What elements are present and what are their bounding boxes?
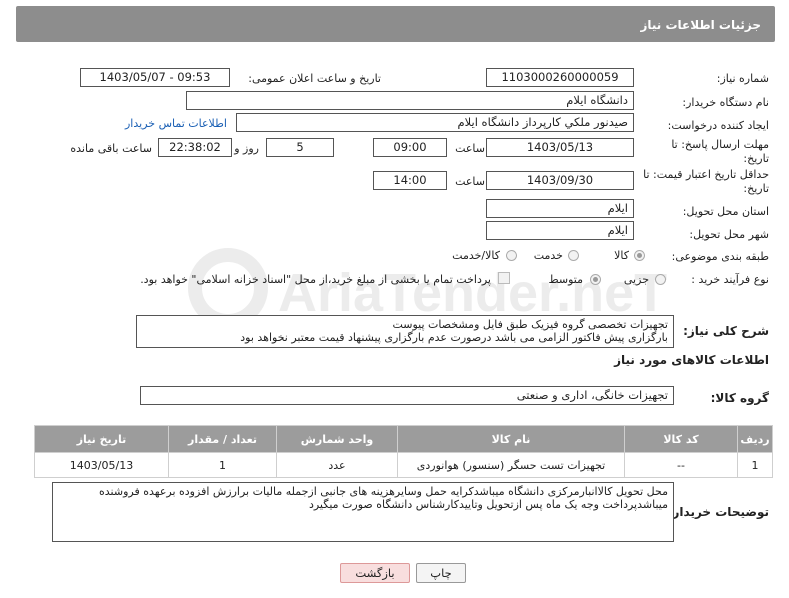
- back-button[interactable]: بازگشت: [340, 563, 410, 583]
- deadline-time-field: 09:00: [373, 138, 447, 157]
- page-header: جزئیات اطلاعات نیاز: [16, 6, 775, 42]
- validity-time-label: ساعت: [455, 175, 485, 188]
- validity-label-date: تاریخ:: [743, 182, 769, 195]
- validity-label: حداقل تاریخ اعتبار قیمت: تا: [643, 168, 769, 181]
- col-row: ردیف: [737, 425, 773, 453]
- province-label: استان محل تحویل:: [682, 205, 769, 218]
- city-field: ایلام: [486, 221, 634, 240]
- announce-field: 1403/05/07 - 09:53: [80, 68, 230, 87]
- category-radio-goods-service[interactable]: [506, 250, 517, 261]
- process-radio-medium[interactable]: [590, 274, 601, 285]
- process-option-medium: متوسط: [548, 273, 583, 286]
- treasury-note: پرداخت تمام یا بخشی از مبلغ خرید،از محل …: [140, 273, 491, 286]
- category-radio-goods[interactable]: [634, 250, 645, 261]
- summary-line-1: تجهیزات تخصصی گروه فیزیک طبق فایل ومشخصا…: [392, 318, 668, 331]
- page-title: جزئیات اطلاعات نیاز: [640, 18, 761, 32]
- goods-group-field: تجهیزات خانگی، اداری و صنعتی: [140, 386, 674, 405]
- summary-label: شرح کلی نیاز:: [683, 324, 769, 338]
- announce-label: تاریخ و ساعت اعلان عمومی:: [248, 72, 381, 85]
- buyer-org-field: دانشگاه ایلام: [186, 91, 634, 110]
- province-field: ایلام: [486, 199, 634, 218]
- remaining-label: ساعت باقی مانده: [70, 142, 152, 155]
- deadline-label-date: تاریخ:: [743, 152, 769, 165]
- category-label: طبقه بندی موضوعی:: [671, 250, 769, 263]
- need-number-label: شماره نیاز:: [716, 72, 769, 85]
- city-label: شهر محل تحویل:: [689, 228, 769, 241]
- validity-date-field: 1403/09/30: [486, 171, 634, 190]
- cell-qty: 1: [168, 452, 277, 478]
- validity-time-field: 14:00: [373, 171, 447, 190]
- col-date: تاریخ نیاز: [34, 425, 169, 453]
- col-unit: واحد شمارش: [276, 425, 398, 453]
- buyer-notes-label: توضیحات خریدار:: [667, 505, 769, 519]
- cell-unit: عدد: [276, 452, 398, 478]
- goods-section-title: اطلاعات کالاهای مورد نیاز: [614, 353, 769, 367]
- buyer-contact-link[interactable]: اطلاعات تماس خریدار: [125, 117, 227, 130]
- print-button[interactable]: چاپ: [416, 563, 466, 583]
- process-label: نوع فرآیند خرید :: [691, 273, 769, 286]
- deadline-days-field: 5: [266, 138, 334, 157]
- category-option-goods-service: کالا/خدمت: [452, 249, 500, 262]
- goods-table: ردیف کد کالا نام کالا واحد شمارش تعداد /…: [34, 425, 773, 478]
- process-option-minor: جزیی: [623, 273, 649, 286]
- deadline-date-field: 1403/05/13: [486, 138, 634, 157]
- days-label: روز و: [234, 142, 259, 155]
- buyer-org-label: نام دستگاه خریدار:: [682, 96, 769, 109]
- requester-label: ایجاد کننده درخواست:: [667, 119, 769, 132]
- col-qty: تعداد / مقدار: [168, 425, 277, 453]
- table-row: 1 -- تجهیزات تست حسگر (سنسور) هوانوردی ع…: [34, 452, 773, 478]
- col-name: نام کالا: [397, 425, 625, 453]
- process-radio-minor[interactable]: [655, 274, 666, 285]
- cell-code: --: [624, 452, 738, 478]
- cell-name: تجهیزات تست حسگر (سنسور) هوانوردی: [397, 452, 625, 478]
- col-code: کد کالا: [624, 425, 738, 453]
- category-option-service: خدمت: [533, 249, 563, 262]
- requester-field: صیدنور ملکي کارپرداز دانشگاه ایلام: [236, 113, 634, 132]
- summary-textarea: تجهیزات تخصصی گروه فیزیک طبق فایل ومشخصا…: [136, 315, 674, 348]
- deadline-label: مهلت ارسال پاسخ: تا: [671, 138, 769, 151]
- need-number-field: 1103000260000059: [486, 68, 634, 87]
- remaining-time-field: 22:38:02: [158, 138, 232, 157]
- treasury-checkbox[interactable]: [498, 272, 510, 284]
- category-option-goods: کالا: [614, 249, 629, 262]
- category-radio-service[interactable]: [568, 250, 579, 261]
- summary-line-2: بارگزاری پیش فاکتور الزامی می باشد درصور…: [240, 331, 668, 344]
- cell-row: 1: [737, 452, 773, 478]
- deadline-time-label: ساعت: [455, 142, 485, 155]
- buyer-notes-textarea: محل تحویل کالاانبارمرکزی دانشگاه میباشدک…: [52, 482, 674, 542]
- goods-group-label: گروه کالا:: [710, 391, 769, 405]
- goods-table-header-row: ردیف کد کالا نام کالا واحد شمارش تعداد /…: [34, 425, 773, 453]
- cell-date: 1403/05/13: [34, 452, 169, 478]
